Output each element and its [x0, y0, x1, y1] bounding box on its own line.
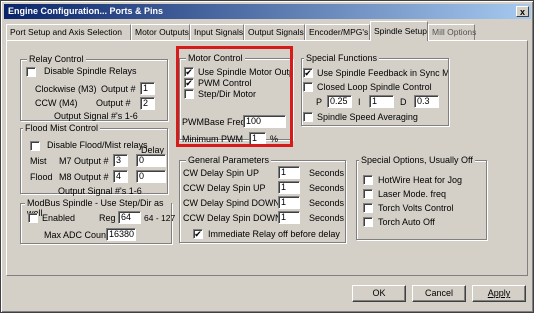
disable-spindle-relays-checkbox[interactable] — [26, 67, 36, 77]
p-input[interactable]: 0.25 — [327, 95, 352, 108]
torch-auto-off-label: Torch Auto Off — [378, 217, 435, 227]
flood-label: Flood — [30, 172, 53, 182]
torch-volts-checkbox[interactable] — [363, 203, 373, 213]
flood-output-input[interactable]: 4 — [113, 170, 128, 183]
d-input[interactable]: 0.3 — [414, 95, 439, 108]
modbus-reg-range: 64 - 127 — [144, 213, 176, 223]
tab-spindle-setup[interactable]: Spindle Setup — [370, 21, 428, 41]
minimum-pwm-unit: % — [270, 134, 279, 144]
ccw-spin-up-input[interactable]: 1 — [278, 181, 300, 194]
use-spindle-motor-checkbox[interactable]: ✔ — [184, 67, 194, 77]
special-options-group: Special Options, Usually Off — [356, 155, 487, 240]
max-adc-label: Max ADC Count — [44, 230, 109, 240]
torch-auto-off-checkbox[interactable] — [363, 217, 373, 227]
mist-delay-input[interactable]: 0 — [136, 154, 166, 167]
disable-flood-mist-label: Disable Flood/Mist relays — [47, 140, 148, 150]
pwm-control-label: PWM Control — [198, 78, 252, 88]
flood-mist-legend: Flood Mist Control — [23, 123, 101, 133]
special-options-legend: Special Options, Usually Off — [359, 155, 475, 165]
tab-port-setup[interactable]: Port Setup and Axis Selection — [6, 24, 131, 40]
ccw-output-label: Output # — [96, 98, 131, 108]
mist-output-input[interactable]: 3 — [113, 154, 128, 167]
ccw-spin-up-label: CCW Delay Spin UP — [183, 183, 266, 193]
cw-spin-down-input[interactable]: 1 — [278, 196, 300, 209]
ccw-output-input[interactable]: 2 — [140, 97, 155, 110]
step-dir-motor-checkbox[interactable] — [184, 89, 194, 99]
use-spindle-motor-label: Use Spindle Motor Output — [198, 67, 290, 77]
disable-flood-mist-checkbox[interactable] — [30, 141, 40, 151]
ccw-label: CCW (M4) — [35, 98, 78, 108]
cw-spin-up-label: CW Delay Spin UP — [183, 168, 260, 178]
disable-spindle-relays-label: Disable Spindle Relays — [44, 66, 137, 76]
minimum-pwm-label: Minimum PWM — [182, 134, 243, 144]
tab-output-signals[interactable]: Output Signals — [244, 24, 305, 40]
spindle-feedback-label: Use Spindle Feedback in Sync Modes — [317, 68, 448, 78]
hotwire-heat-label: HotWire Heat for Jog — [378, 175, 463, 185]
cw-spin-up-unit: Seconds — [309, 168, 345, 178]
speed-averaging-checkbox[interactable] — [303, 112, 313, 122]
pwm-control-checkbox[interactable]: ✔ — [184, 78, 194, 88]
clockwise-label: Clockwise (M3) — [35, 84, 97, 94]
immediate-relay-off-label: Immediate Relay off before delay — [208, 229, 340, 239]
immediate-relay-off-checkbox[interactable]: ✔ — [193, 229, 203, 239]
laser-mode-checkbox[interactable] — [363, 189, 373, 199]
ccw-spin-down-unit: Seconds — [309, 213, 345, 223]
relay-control-legend: Relay Control — [27, 54, 86, 64]
ccw-spin-up-unit: Seconds — [309, 183, 345, 193]
cw-output-label: Output # — [101, 84, 136, 94]
cw-spin-up-input[interactable]: 1 — [278, 166, 300, 179]
cw-output-input[interactable]: 1 — [140, 82, 155, 95]
pwm-base-freq-label: PWMBase Freq. — [182, 117, 249, 127]
flood-delay-input[interactable]: 0 — [136, 170, 166, 183]
tab-input-signals[interactable]: Input Signals — [190, 24, 244, 40]
flood-output-note: Output Signal #'s 1-6 — [58, 186, 142, 196]
modbus-enabled-label: Enabled — [42, 213, 76, 223]
torch-volts-label: Torch Volts Control — [378, 203, 454, 213]
ccw-spin-down-input[interactable]: 1 — [278, 211, 300, 224]
mist-output-label: M7 Output # — [59, 156, 109, 166]
modbus-reg-input[interactable]: 64 — [118, 211, 141, 224]
tab-encoder-mpg[interactable]: Encoder/MPG's — [305, 24, 370, 40]
closed-loop-label: Closed Loop Spindle Control — [317, 82, 432, 92]
mist-label: Mist — [30, 156, 47, 166]
closed-loop-checkbox[interactable] — [303, 82, 313, 92]
step-dir-motor-label: Step/Dir Motor — [198, 89, 257, 99]
tab-motor-outputs[interactable]: Motor Outputs — [131, 24, 190, 40]
flood-output-label: M8 Output # — [59, 172, 109, 182]
apply-button[interactable]: Apply — [472, 285, 526, 302]
d-label: D — [400, 97, 407, 107]
ccw-spin-down-label: CCW Delay Spin DOWN — [183, 213, 282, 223]
title-bar: Engine Configuration... Ports & Pins x — [4, 4, 531, 19]
minimum-pwm-input[interactable]: 1 — [249, 132, 266, 145]
motor-control-legend: Motor Control — [186, 53, 245, 63]
cw-spin-down-label: CW Delay Spind DOWN — [183, 198, 281, 208]
modbus-reg-label: Reg — [99, 213, 116, 223]
general-parameters-legend: General Parameters — [186, 155, 272, 165]
cancel-button[interactable]: Cancel — [412, 285, 466, 302]
i-input[interactable]: 1 — [369, 95, 394, 108]
cw-spin-down-unit: Seconds — [309, 198, 345, 208]
max-adc-input[interactable]: 16380 — [106, 228, 136, 241]
speed-averaging-label: Spindle Speed Averaging — [317, 112, 418, 122]
window-title: Engine Configuration... Ports & Pins — [8, 6, 164, 16]
ok-button[interactable]: OK — [352, 285, 406, 302]
p-label: P — [316, 97, 323, 107]
close-button[interactable]: x — [516, 6, 529, 17]
hotwire-heat-checkbox[interactable] — [363, 175, 373, 185]
spindle-feedback-checkbox[interactable]: ✔ — [303, 68, 313, 78]
relay-output-note: Output Signal #'s 1-6 — [54, 111, 138, 121]
laser-mode-label: Laser Mode. freq — [378, 189, 447, 199]
special-functions-legend: Special Functions — [304, 53, 380, 63]
modbus-enabled-checkbox[interactable] — [28, 213, 38, 223]
tab-mill-options[interactable]: Mill Options — [428, 24, 476, 40]
pwm-base-freq-input[interactable]: 100 — [243, 115, 286, 128]
i-label: I — [358, 97, 361, 107]
